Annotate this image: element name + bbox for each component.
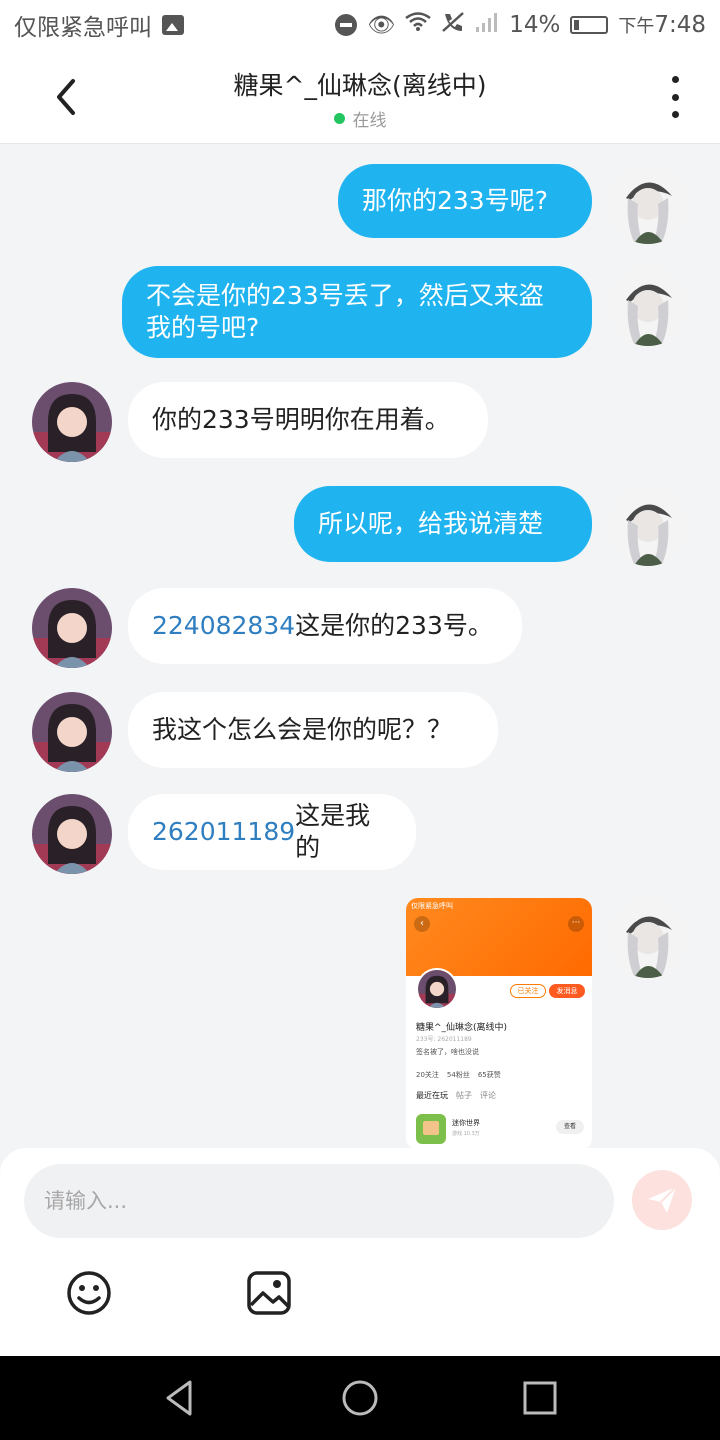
- message-text-line: 我的号吧?: [146, 313, 260, 342]
- more-dot-icon: [671, 93, 679, 101]
- image-message[interactable]: 仅限紧急呼叫 ‹ ··· 已关注 发消息 糖果^_仙琳念(离线中) 233号: …: [406, 898, 592, 1150]
- my-avatar[interactable]: [608, 266, 688, 346]
- more-options-button[interactable]: [660, 76, 690, 118]
- online-dot-icon: [333, 113, 345, 124]
- image-picker-button[interactable]: [244, 1268, 294, 1318]
- image-tab: 最近在玩: [416, 1091, 448, 1100]
- incoming-message-bubble[interactable]: 我这个怎么会是你的呢？？: [128, 692, 498, 768]
- contact-avatar[interactable]: [32, 588, 112, 668]
- message-text: 你的233号明明你在用着。: [152, 405, 450, 434]
- battery-percent: 14%: [509, 12, 561, 38]
- image-profile-stats: 20关注 54粉丝 65获赞: [416, 1070, 501, 1080]
- call-icon: [441, 11, 465, 39]
- contact-avatar[interactable]: [32, 382, 112, 462]
- input-panel: [0, 1148, 720, 1356]
- emoji-icon: [67, 1271, 111, 1315]
- chevron-left-icon: [57, 79, 75, 115]
- outgoing-message-bubble[interactable]: 所以呢，给我说清楚: [294, 486, 592, 562]
- more-dot-icon: [671, 76, 679, 83]
- square-recents-icon: [523, 1381, 557, 1415]
- eye-icon: 👁: [367, 12, 396, 38]
- qq-number-link[interactable]: 224082834: [152, 610, 295, 642]
- incoming-message-bubble[interactable]: 你的233号明明你在用着。: [128, 382, 488, 458]
- image-message-badge: 发消息: [549, 984, 585, 998]
- emoji-button[interactable]: [64, 1268, 114, 1318]
- nav-home-button[interactable]: [338, 1376, 382, 1420]
- stat-number: 20: [416, 1071, 425, 1079]
- image-view-badge: 查看: [556, 1120, 584, 1134]
- time-prefix: 下午: [618, 16, 655, 37]
- image-tab: 帖子: [456, 1091, 472, 1100]
- message-text: 这是你的233号。: [295, 611, 493, 640]
- image-icon: [162, 15, 184, 35]
- my-avatar-image: [608, 486, 688, 566]
- stat-label: 粉丝: [455, 1071, 470, 1079]
- image-profile-name: 糖果^_仙琳念(离线中): [416, 1023, 508, 1033]
- outgoing-message-bubble[interactable]: 那你的233号呢?: [338, 164, 592, 238]
- triangle-back-icon: [166, 1380, 192, 1416]
- image-status-text: 仅限紧急呼叫: [411, 902, 453, 910]
- image-profile-signature: 签名被了，啥也没说: [416, 1048, 479, 1056]
- contact-avatar[interactable]: [32, 794, 112, 874]
- my-avatar-image: [608, 266, 688, 346]
- chat-message-list[interactable]: 那你的233号呢? 不会是你的233号丢了，然后又来盗 我的号吧? 你的233号…: [0, 144, 720, 1150]
- my-avatar[interactable]: [608, 898, 688, 978]
- message-text: 这是我的: [295, 801, 371, 862]
- do-not-disturb-icon: [335, 14, 358, 36]
- nav-recents-button[interactable]: [518, 1376, 562, 1420]
- image-game-name: 迷你世界: [452, 1119, 480, 1127]
- message-text: 那你的233号呢?: [362, 186, 548, 215]
- more-dot-icon: [671, 111, 679, 118]
- system-navigation-bar: [0, 1356, 720, 1440]
- contact-avatar[interactable]: [32, 692, 112, 772]
- message-text-line: 不会是你的233号丢了，然后又来盗: [146, 281, 544, 310]
- signal-icon: [475, 11, 499, 39]
- my-avatar[interactable]: [608, 486, 688, 566]
- image-tab: 评论: [480, 1091, 496, 1100]
- wifi-icon: [405, 12, 431, 38]
- image-profile-avatar: [416, 968, 458, 1010]
- battery-charging-icon: [570, 16, 609, 34]
- my-avatar-image: [608, 898, 688, 978]
- picture-icon: [247, 1271, 291, 1315]
- qq-number-link[interactable]: 262011189: [152, 816, 295, 848]
- image-game-sub: 游戏 10.3万: [452, 1131, 480, 1137]
- stat-label: 关注: [424, 1071, 439, 1079]
- contact-avatar-image: [32, 692, 112, 772]
- incoming-message-bubble[interactable]: 262011189 这是我的: [128, 794, 416, 870]
- image-profile-header: 仅限紧急呼叫 ‹ ···: [406, 898, 592, 976]
- send-button[interactable]: [632, 1170, 692, 1230]
- clock-time: 7:48: [654, 12, 706, 38]
- contact-name: 糖果^_仙琳念(离线中): [233, 71, 487, 100]
- outgoing-message-bubble[interactable]: 不会是你的233号丢了，然后又来盗 我的号吧?: [122, 266, 592, 358]
- image-back-icon: ‹: [414, 916, 430, 932]
- contact-avatar-image: [32, 382, 112, 462]
- contact-avatar-image: [32, 588, 112, 668]
- message-input[interactable]: [24, 1164, 614, 1238]
- image-follow-badge: 已关注: [510, 984, 546, 998]
- image-profile-id: 233号: 262011189: [416, 1036, 472, 1043]
- chat-header: 糖果^_仙琳念(离线中) 在线: [0, 50, 720, 144]
- stat-number: 54: [446, 1071, 456, 1079]
- game-icon: [416, 1114, 446, 1144]
- my-avatar[interactable]: [608, 164, 688, 244]
- status-bar: 仅限紧急呼叫 👁 14% 下午7:48: [0, 0, 720, 50]
- circle-home-icon: [342, 1380, 378, 1416]
- incoming-message-bubble[interactable]: 224082834 这是你的233号。: [128, 588, 522, 664]
- stat-number: 65: [477, 1071, 487, 1079]
- image-profile-tabs: 最近在玩 帖子 评论: [416, 1090, 496, 1101]
- contact-avatar-image: [418, 970, 456, 1008]
- message-text: 我这个怎么会是你的呢？？: [152, 715, 453, 744]
- carrier-text: 仅限紧急呼叫: [14, 15, 152, 41]
- back-button[interactable]: [40, 72, 90, 122]
- nav-back-button[interactable]: [158, 1376, 202, 1420]
- contact-avatar-image: [32, 794, 112, 874]
- send-icon: [648, 1186, 677, 1213]
- image-more-icon: ···: [568, 916, 584, 932]
- online-status: 在线: [352, 111, 387, 131]
- stat-label: 获赞: [486, 1071, 501, 1079]
- message-text: 所以呢，给我说清楚: [318, 509, 544, 538]
- my-avatar-image: [608, 164, 688, 244]
